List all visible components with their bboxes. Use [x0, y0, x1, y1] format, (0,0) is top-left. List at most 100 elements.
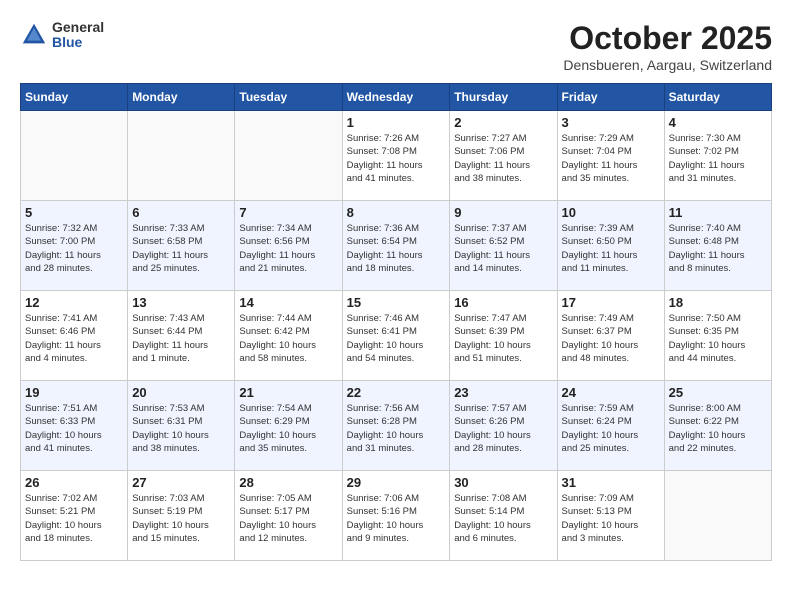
day-number: 12 [25, 295, 123, 310]
calendar-cell: 9 Sunrise: 7:37 AM Sunset: 6:52 PM Daylig… [450, 201, 557, 291]
calendar-cell: 5Sunrise: 7:32 AM Sunset: 7:00 PM Daylig… [21, 201, 128, 291]
day-number: 25 [669, 385, 767, 400]
day-number: 26 [25, 475, 123, 490]
logo-icon [20, 21, 48, 49]
day-info: Sunrise: 7:47 AM Sunset: 6:39 PM Dayligh… [454, 312, 552, 365]
calendar-header-row: SundayMondayTuesdayWednesdayThursdayFrid… [21, 84, 772, 111]
calendar-cell: 17 Sunrise: 7:49 AM Sunset: 6:37 PM Dayli… [557, 291, 664, 381]
calendar-cell: 24Sunrise: 7:59 AM Sunset: 6:24 PM Dayli… [557, 381, 664, 471]
day-info: Sunrise: 7:34 AM Sunset: 6:56 PM Dayligh… [239, 222, 337, 275]
day-info: Sunrise: 7:26 AM Sunset: 7:08 PM Dayligh… [347, 132, 446, 185]
day-info: Sunrise: 7:37 AM Sunset: 6:52 PM Dayligh… [454, 222, 552, 275]
day-info: Sunrise: 7:41 AM Sunset: 6:46 PM Dayligh… [25, 312, 123, 365]
day-number: 17 [562, 295, 660, 310]
day-info: Sunrise: 7:57 AM Sunset: 6:26 PM Dayligh… [454, 402, 552, 455]
calendar-cell: 3 Sunrise: 7:29 AM Sunset: 7:04 PM Daylig… [557, 111, 664, 201]
logo: General Blue [20, 20, 104, 51]
day-info: Sunrise: 7:49 AM Sunset: 6:37 PM Dayligh… [562, 312, 660, 365]
calendar-cell: 28 Sunrise: 7:05 AM Sunset: 5:17 PM Dayli… [235, 471, 342, 561]
day-info: Sunrise: 7:43 AM Sunset: 6:44 PM Dayligh… [132, 312, 230, 365]
calendar-cell: 18Sunrise: 7:50 AM Sunset: 6:35 PM Dayli… [664, 291, 771, 381]
day-info: Sunrise: 7:02 AM Sunset: 5:21 PM Dayligh… [25, 492, 123, 545]
calendar-cell: 12 Sunrise: 7:41 AM Sunset: 6:46 PM Dayli… [21, 291, 128, 381]
calendar-cell: 20 Sunrise: 7:53 AM Sunset: 6:31 PM Dayli… [128, 381, 235, 471]
day-info: Sunrise: 7:53 AM Sunset: 6:31 PM Dayligh… [132, 402, 230, 455]
day-info: Sunrise: 7:33 AM Sunset: 6:58 PM Dayligh… [132, 222, 230, 275]
day-number: 14 [239, 295, 337, 310]
day-number: 22 [347, 385, 446, 400]
calendar-cell: 10 Sunrise: 7:39 AM Sunset: 6:50 PM Dayli… [557, 201, 664, 291]
calendar-cell: 1Sunrise: 7:26 AM Sunset: 7:08 PM Daylig… [342, 111, 450, 201]
calendar-week-row: 5Sunrise: 7:32 AM Sunset: 7:00 PM Daylig… [21, 201, 772, 291]
day-number: 13 [132, 295, 230, 310]
calendar-cell: 23 Sunrise: 7:57 AM Sunset: 6:26 PM Dayli… [450, 381, 557, 471]
month-title: October 2025 [563, 20, 772, 57]
day-number: 23 [454, 385, 552, 400]
calendar-cell: 19 Sunrise: 7:51 AM Sunset: 6:33 PM Dayli… [21, 381, 128, 471]
calendar-cell: 21Sunrise: 7:54 AM Sunset: 6:29 PM Dayli… [235, 381, 342, 471]
calendar-cell [664, 471, 771, 561]
day-number: 10 [562, 205, 660, 220]
day-info: Sunrise: 7:05 AM Sunset: 5:17 PM Dayligh… [239, 492, 337, 545]
day-number: 16 [454, 295, 552, 310]
calendar-cell: 4 Sunrise: 7:30 AM Sunset: 7:02 PM Daylig… [664, 111, 771, 201]
day-info: Sunrise: 7:51 AM Sunset: 6:33 PM Dayligh… [25, 402, 123, 455]
day-number: 18 [669, 295, 767, 310]
calendar-cell [128, 111, 235, 201]
day-info: Sunrise: 7:46 AM Sunset: 6:41 PM Dayligh… [347, 312, 446, 365]
day-number: 2 [454, 115, 552, 130]
day-info: Sunrise: 7:40 AM Sunset: 6:48 PM Dayligh… [669, 222, 767, 275]
calendar-cell: 15Sunrise: 7:46 AM Sunset: 6:41 PM Dayli… [342, 291, 450, 381]
calendar-cell: 25 Sunrise: 8:00 AM Sunset: 6:22 PM Dayli… [664, 381, 771, 471]
day-number: 28 [239, 475, 337, 490]
day-number: 3 [562, 115, 660, 130]
calendar-cell: 27 Sunrise: 7:03 AM Sunset: 5:19 PM Dayli… [128, 471, 235, 561]
calendar-cell: 11Sunrise: 7:40 AM Sunset: 6:48 PM Dayli… [664, 201, 771, 291]
day-number: 9 [454, 205, 552, 220]
calendar-cell: 8Sunrise: 7:36 AM Sunset: 6:54 PM Daylig… [342, 201, 450, 291]
day-number: 7 [239, 205, 337, 220]
calendar-week-row: 1Sunrise: 7:26 AM Sunset: 7:08 PM Daylig… [21, 111, 772, 201]
day-number: 19 [25, 385, 123, 400]
day-number: 30 [454, 475, 552, 490]
calendar-cell: 16 Sunrise: 7:47 AM Sunset: 6:39 PM Dayli… [450, 291, 557, 381]
calendar-cell: 22Sunrise: 7:56 AM Sunset: 6:28 PM Dayli… [342, 381, 450, 471]
title-section: October 2025 Densbueren, Aargau, Switzer… [563, 20, 772, 73]
calendar-cell: 29Sunrise: 7:06 AM Sunset: 5:16 PM Dayli… [342, 471, 450, 561]
day-number: 20 [132, 385, 230, 400]
calendar-cell [21, 111, 128, 201]
day-header-saturday: Saturday [664, 84, 771, 111]
logo-general-text: General [52, 20, 104, 35]
day-info: Sunrise: 7:27 AM Sunset: 7:06 PM Dayligh… [454, 132, 552, 185]
location-text: Densbueren, Aargau, Switzerland [563, 57, 772, 73]
calendar-cell: 14 Sunrise: 7:44 AM Sunset: 6:42 PM Dayli… [235, 291, 342, 381]
calendar-cell: 7 Sunrise: 7:34 AM Sunset: 6:56 PM Daylig… [235, 201, 342, 291]
logo-text: General Blue [52, 20, 104, 51]
day-header-monday: Monday [128, 84, 235, 111]
day-info: Sunrise: 7:39 AM Sunset: 6:50 PM Dayligh… [562, 222, 660, 275]
calendar-cell: 26 Sunrise: 7:02 AM Sunset: 5:21 PM Dayli… [21, 471, 128, 561]
day-info: Sunrise: 7:03 AM Sunset: 5:19 PM Dayligh… [132, 492, 230, 545]
calendar-cell: 6Sunrise: 7:33 AM Sunset: 6:58 PM Daylig… [128, 201, 235, 291]
day-info: Sunrise: 7:54 AM Sunset: 6:29 PM Dayligh… [239, 402, 337, 455]
calendar-cell [235, 111, 342, 201]
day-info: Sunrise: 7:29 AM Sunset: 7:04 PM Dayligh… [562, 132, 660, 185]
logo-blue-text: Blue [52, 35, 104, 50]
calendar-cell: 30 Sunrise: 7:08 AM Sunset: 5:14 PM Dayli… [450, 471, 557, 561]
day-header-thursday: Thursday [450, 84, 557, 111]
calendar-cell: 2 Sunrise: 7:27 AM Sunset: 7:06 PM Daylig… [450, 111, 557, 201]
day-number: 4 [669, 115, 767, 130]
day-header-tuesday: Tuesday [235, 84, 342, 111]
day-info: Sunrise: 7:08 AM Sunset: 5:14 PM Dayligh… [454, 492, 552, 545]
day-header-friday: Friday [557, 84, 664, 111]
day-info: Sunrise: 7:44 AM Sunset: 6:42 PM Dayligh… [239, 312, 337, 365]
page-header: General Blue October 2025 Densbueren, Aa… [20, 20, 772, 73]
day-info: Sunrise: 8:00 AM Sunset: 6:22 PM Dayligh… [669, 402, 767, 455]
calendar-week-row: 19 Sunrise: 7:51 AM Sunset: 6:33 PM Dayli… [21, 381, 772, 471]
calendar-week-row: 26 Sunrise: 7:02 AM Sunset: 5:21 PM Dayli… [21, 471, 772, 561]
day-number: 24 [562, 385, 660, 400]
calendar-week-row: 12 Sunrise: 7:41 AM Sunset: 6:46 PM Dayli… [21, 291, 772, 381]
day-number: 27 [132, 475, 230, 490]
day-info: Sunrise: 7:30 AM Sunset: 7:02 PM Dayligh… [669, 132, 767, 185]
day-info: Sunrise: 7:09 AM Sunset: 5:13 PM Dayligh… [562, 492, 660, 545]
